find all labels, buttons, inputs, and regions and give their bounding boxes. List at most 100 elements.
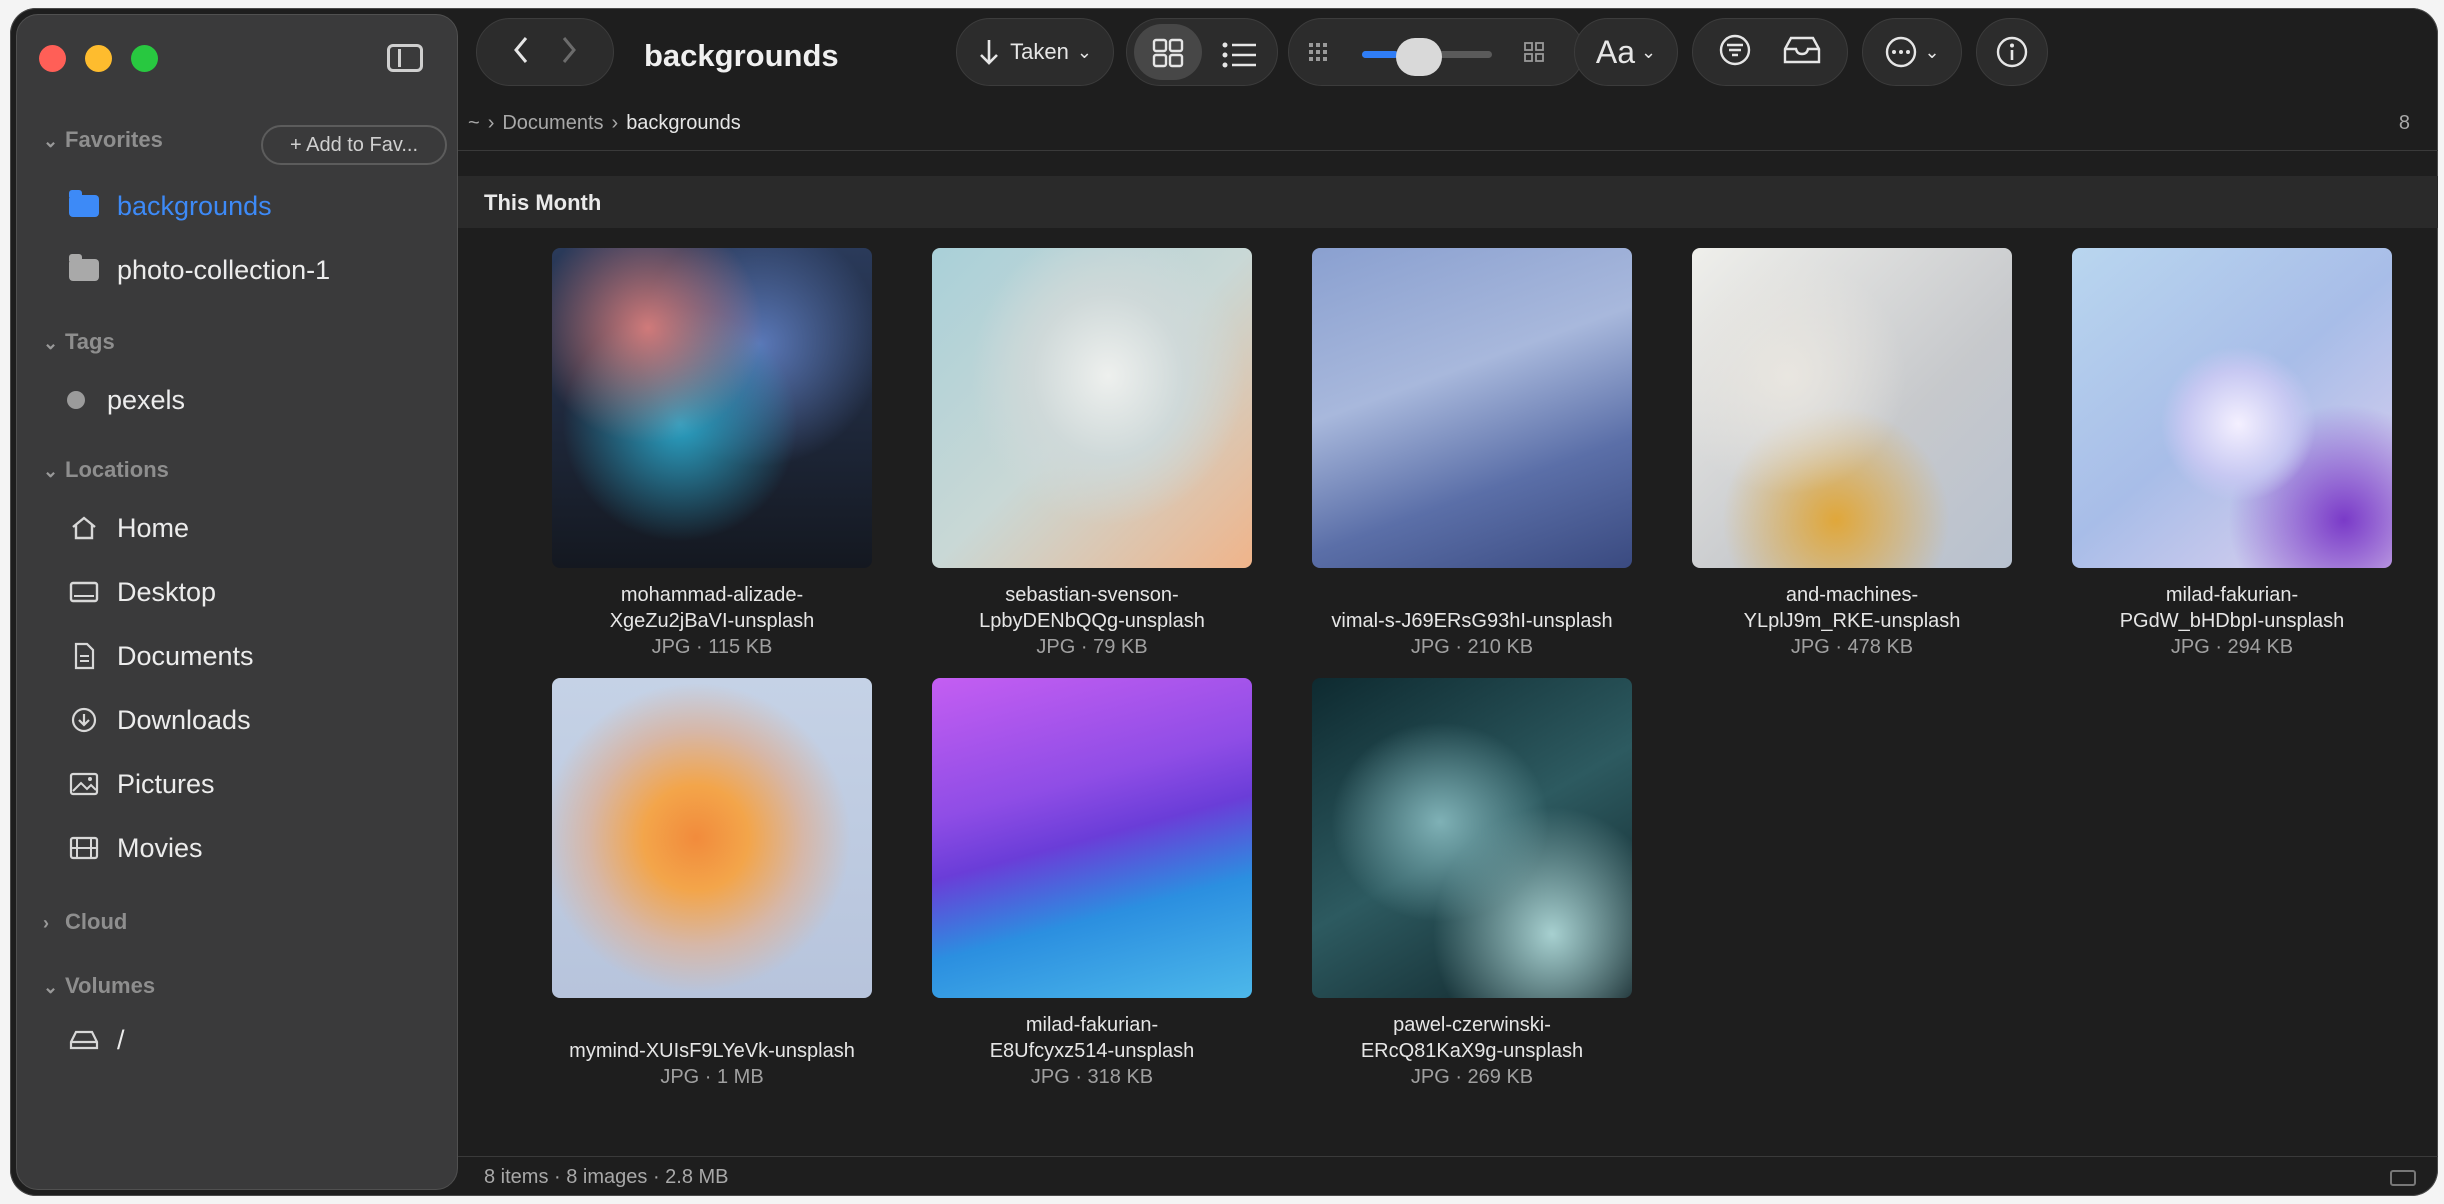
file-name-line1: and-machines- (1785, 584, 1919, 606)
text-size-button[interactable]: Aa ⌄ (1574, 18, 1678, 86)
display-icon (67, 580, 101, 604)
status-text: 8 items · 8 images · 2.8 MB (484, 1166, 729, 1188)
sidebar-item-downloads[interactable]: Downloads (67, 695, 251, 745)
ellipsis-icon (1886, 36, 1917, 68)
file-item[interactable]: vimal-s-J69ERsG93hI-unsplash JPG · 210 KB (1282, 582, 1662, 662)
zoom-window-button[interactable] (131, 45, 158, 72)
favorites-section-header[interactable]: ⌄ Favorites (43, 127, 163, 153)
file-name-line2: mymind-XUIsF9LYeVk-unsplash (569, 1040, 855, 1062)
chevron-down-icon: ⌄ (43, 333, 59, 353)
file-item[interactable]: milad-fakurian- E8Ufcyxz514-unsplash JPG ·… (902, 1012, 1282, 1092)
list-view-button[interactable] (1222, 42, 1258, 73)
sidebar-item-movies[interactable]: Movies (67, 823, 203, 873)
file-thumbnail[interactable] (1312, 248, 1632, 568)
house-icon (67, 515, 101, 541)
tray-icon (1783, 36, 1821, 63)
inbox-button[interactable] (1782, 35, 1822, 70)
locations-section-header[interactable]: ⌄ Locations (43, 457, 169, 483)
file-name-line1: sebastian-svenson- (1005, 584, 1179, 606)
back-button[interactable] (512, 35, 530, 70)
breadcrumb-documents[interactable]: Documents (502, 112, 603, 135)
chevron-left-icon (514, 36, 528, 63)
divider (458, 150, 2438, 151)
more-actions-button[interactable]: ⌄ (1862, 18, 1962, 86)
forward-button[interactable] (560, 35, 578, 70)
close-window-button[interactable] (39, 45, 66, 72)
file-thumbnail[interactable] (2072, 248, 2392, 568)
file-thumbnail[interactable] (1312, 678, 1632, 998)
chevron-right-icon (562, 36, 576, 63)
file-item[interactable]: mohammad-alizade- XgeZu2jBaVI-unsplash JPG… (522, 582, 902, 662)
sidebar-item-home[interactable]: Home (67, 503, 189, 553)
film-icon (67, 836, 101, 860)
sidebar-item-photo-collection-1[interactable]: photo-collection-1 (67, 245, 330, 295)
file-item[interactable]: milad-fakurian- PGdW_bHDbpI-unsplash JPG ·… (2042, 582, 2422, 662)
photo-icon (67, 772, 101, 796)
arrow-down-icon (980, 40, 999, 65)
sidebar-item-volume-root[interactable]: / (67, 1015, 125, 1065)
breadcrumb-backgrounds[interactable]: backgrounds (626, 112, 741, 135)
file-name-line1: milad-fakurian- (1025, 1014, 1159, 1036)
slider-fill (1362, 51, 1398, 58)
list-icon (1222, 42, 1256, 68)
add-to-favorites-button[interactable]: + Add to Fav... (261, 125, 447, 165)
sidebar-item-tag-pexels[interactable]: pexels (67, 375, 185, 425)
file-name-line1: pawel-czerwinski- (1393, 1014, 1551, 1036)
file-name-line2: PGdW_bHDbpI-unsplash (2119, 610, 2345, 632)
drive-icon (67, 1029, 101, 1051)
file-meta: JPG · 269 KB (1410, 1066, 1534, 1088)
file-name-line1: milad-fakurian- (2165, 584, 2299, 606)
file-thumbnail[interactable] (552, 678, 872, 998)
filter-icon (1719, 34, 1751, 65)
filter-button[interactable] (1718, 33, 1752, 72)
volumes-section-header[interactable]: ⌄ Volumes (43, 973, 155, 999)
file-name-line2: LpbyDENbQQg-unsplash (979, 610, 1205, 632)
grid-view-button[interactable] (1152, 38, 1184, 73)
sidebar-item-documents[interactable]: Documents (67, 631, 254, 681)
navigation-buttons (476, 18, 614, 86)
file-thumbnail[interactable] (1692, 248, 2012, 568)
slider-knob[interactable] (1396, 38, 1442, 76)
file-thumbnail[interactable] (552, 248, 872, 568)
info-button[interactable] (1976, 18, 2048, 86)
window-title: backgrounds (644, 38, 839, 73)
minimize-window-button[interactable] (85, 45, 112, 72)
file-meta: JPG · 1 MB (660, 1066, 764, 1088)
file-thumbnail[interactable] (932, 248, 1252, 568)
small-thumbnails-icon[interactable] (1308, 42, 1328, 67)
file-name-line2: XgeZu2jBaVI-unsplash (609, 610, 815, 632)
breadcrumb-separator-icon: › (611, 112, 619, 134)
chevron-down-icon: ⌄ (43, 131, 59, 151)
breadcrumb: ~ › Documents › backgrounds (468, 112, 741, 135)
sidebar-item-desktop[interactable]: Desktop (67, 567, 216, 617)
file-meta: JPG · 478 KB (1790, 636, 1914, 658)
large-thumbnails-icon[interactable] (1524, 42, 1544, 67)
file-thumbnail[interactable] (932, 678, 1252, 998)
breadcrumb-home[interactable]: ~ (468, 112, 480, 135)
cloud-section-header[interactable]: › Cloud (43, 909, 127, 935)
file-item[interactable]: sebastian-svenson- LpbyDENbQQg-unsplash JP… (902, 582, 1282, 662)
file-item[interactable]: mymind-XUIsF9LYeVk-unsplash JPG · 1 MB (522, 1012, 902, 1092)
chevron-right-icon: › (43, 913, 49, 933)
file-name-line1: mohammad-alizade- (620, 584, 804, 606)
file-item[interactable]: pawel-czerwinski- ERcQ81KaX9g-unsplash JPG… (1282, 1012, 1662, 1092)
finder-window: ⌄ Favorites + Add to Fav... backgrounds p… (10, 8, 2438, 1196)
status-bar: 8 items · 8 images · 2.8 MB (458, 1156, 2438, 1196)
grid-icon (1152, 38, 1184, 68)
file-name-line2: E8Ufcyxz514-unsplash (989, 1040, 1195, 1062)
chevron-down-icon: ⌄ (43, 977, 59, 997)
plus-icon: + (289, 134, 307, 156)
sidebar-toggle-icon[interactable] (387, 44, 423, 72)
keyboard-icon (2390, 1170, 2416, 1186)
sidebar-item-pictures[interactable]: Pictures (67, 759, 215, 809)
chevron-down-icon: ⌄ (1924, 41, 1940, 62)
group-header: This Month (458, 176, 2438, 228)
file-meta: JPG · 210 KB (1410, 636, 1534, 658)
chevron-down-icon: ⌄ (1641, 41, 1657, 62)
group-title: This Month (484, 190, 602, 215)
download-icon (67, 706, 101, 734)
sort-menu-button[interactable]: Taken ⌄ (956, 18, 1114, 86)
file-item[interactable]: and-machines- YLplJ9m_RKE-unsplash JPG · 4… (1662, 582, 2042, 662)
sidebar-item-backgrounds[interactable]: backgrounds (67, 181, 272, 231)
tags-section-header[interactable]: ⌄ Tags (43, 329, 115, 355)
